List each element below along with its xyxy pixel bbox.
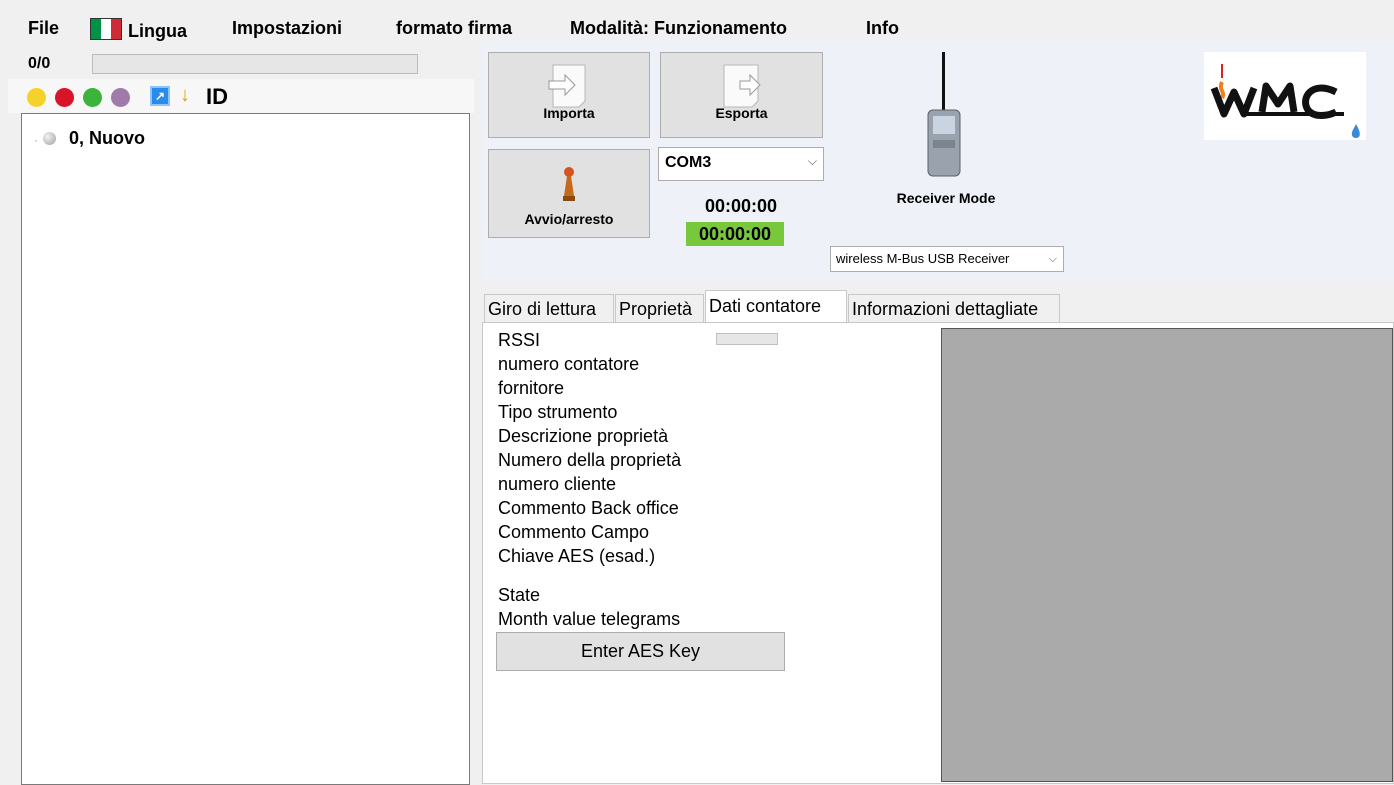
menu-modalita[interactable]: Modalità: Funzionamento [570,18,787,39]
item-counter: 0/0 [28,55,51,72]
menu-lingua[interactable]: Lingua [90,18,187,42]
company-logo [1204,52,1366,140]
rssi-bar [716,333,778,345]
select-all-icon[interactable]: ↗ [150,86,170,106]
field-numero-contatore: numero contatore [498,354,640,374]
red-filter-dot[interactable] [55,88,74,107]
tree-line-icon: · [34,133,38,147]
menu-bar: File Lingua Impostazioni formato firma M… [0,0,1394,42]
active-timer-display: 00:00:00 [686,222,784,246]
start-stop-label: Avvio/arresto [524,211,614,227]
italy-flag-icon [90,18,122,40]
menu-formato-firma[interactable]: formato firma [396,18,512,39]
field-numero-proprieta: Numero della proprietà [498,450,682,470]
detail-display-area [941,328,1393,782]
tab-bar: Giro di lettura Proprietà Dati contatore… [482,290,1394,322]
tree-node[interactable]: · 0, Nuovo [34,128,145,149]
field-month-value-telegrams: Month value telegrams [498,609,681,629]
menu-lingua-label: Lingua [128,21,187,41]
field-fornitore: fornitore [498,378,565,398]
yellow-filter-dot[interactable] [27,88,46,107]
status-dot-icon [43,132,57,145]
left-toolbar [8,79,474,113]
green-filter-dot[interactable] [83,88,102,107]
wmc-logo-icon [1210,64,1360,138]
tab-proprieta[interactable]: Proprietà [615,294,704,322]
tab-giro-di-lettura[interactable]: Giro di lettura [484,294,614,322]
field-chiave-aes: Chiave AES (esad.) [498,546,656,566]
field-descrizione-proprieta: Descrizione proprietà [498,426,669,446]
receiver-select-value: wireless M-Bus USB Receiver [836,251,1010,266]
com-port-select[interactable]: COM3 ⌵ [658,147,824,181]
enter-aes-key-button[interactable]: Enter AES Key [496,632,785,671]
timer-display: 00:00:00 [704,196,778,216]
field-commento-campo: Commento Campo [498,522,650,542]
sort-down-icon[interactable]: ↓ [180,84,190,107]
import-icon [548,64,586,108]
field-commento-back-office: Commento Back office [498,498,679,518]
field-numero-cliente: numero cliente [498,474,617,494]
tab-dati-contatore[interactable]: Dati contatore [705,290,847,322]
chevron-down-icon: ⌵ [1048,253,1057,265]
tree-node-label: 0, Nuovo [69,128,146,148]
start-stop-button[interactable]: Avvio/arresto [488,149,650,238]
progress-bar [92,54,418,74]
import-button[interactable]: Importa [488,52,650,138]
com-port-value: COM3 [665,154,712,171]
field-rssi: RSSI [498,330,541,350]
import-label: Importa [543,105,595,121]
meter-tree[interactable]: · 0, Nuovo [21,113,470,785]
export-button[interactable]: Esporta [660,52,823,138]
export-icon [723,64,761,108]
export-label: Esporta [715,105,768,121]
purple-filter-dot[interactable] [111,88,130,107]
field-tipo-strumento: Tipo strumento [498,402,618,422]
chevron-down-icon: ⌵ [807,154,817,168]
receiver-select[interactable]: wireless M-Bus USB Receiver ⌵ [830,246,1064,272]
joystick-icon [563,167,575,201]
receiver-mode-label: Receiver Mode [896,190,996,206]
field-state: State [498,585,541,605]
menu-impostazioni[interactable]: Impostazioni [232,18,342,39]
menu-file[interactable]: File [28,18,59,39]
usb-receiver-icon [927,52,961,177]
menu-info[interactable]: Info [866,18,899,39]
id-sort-label[interactable]: ID [206,84,228,110]
tab-informazioni-dettagliate[interactable]: Informazioni dettagliate [848,294,1060,322]
